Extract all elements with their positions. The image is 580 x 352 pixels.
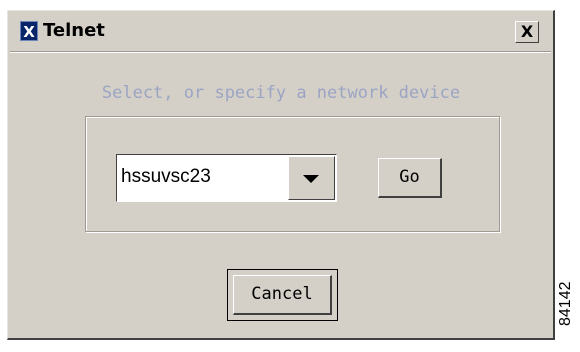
app-icon: X bbox=[20, 21, 38, 41]
window-title: Telnet bbox=[43, 20, 105, 41]
device-input[interactable]: hssuvsc23 bbox=[121, 165, 211, 189]
dropdown-button[interactable] bbox=[288, 156, 335, 200]
title-separator bbox=[10, 51, 551, 53]
close-button[interactable]: X bbox=[515, 21, 539, 43]
prompt-label: Select, or specify a network device bbox=[101, 83, 461, 103]
title-bar[interactable]: X Telnet X bbox=[10, 13, 551, 49]
figure-id: 84142 bbox=[557, 281, 574, 327]
chevron-down-icon bbox=[303, 175, 319, 183]
go-button[interactable]: Go bbox=[378, 158, 442, 198]
device-combo[interactable]: hssuvsc23 bbox=[116, 154, 337, 202]
cancel-button[interactable]: Cancel bbox=[233, 275, 332, 315]
